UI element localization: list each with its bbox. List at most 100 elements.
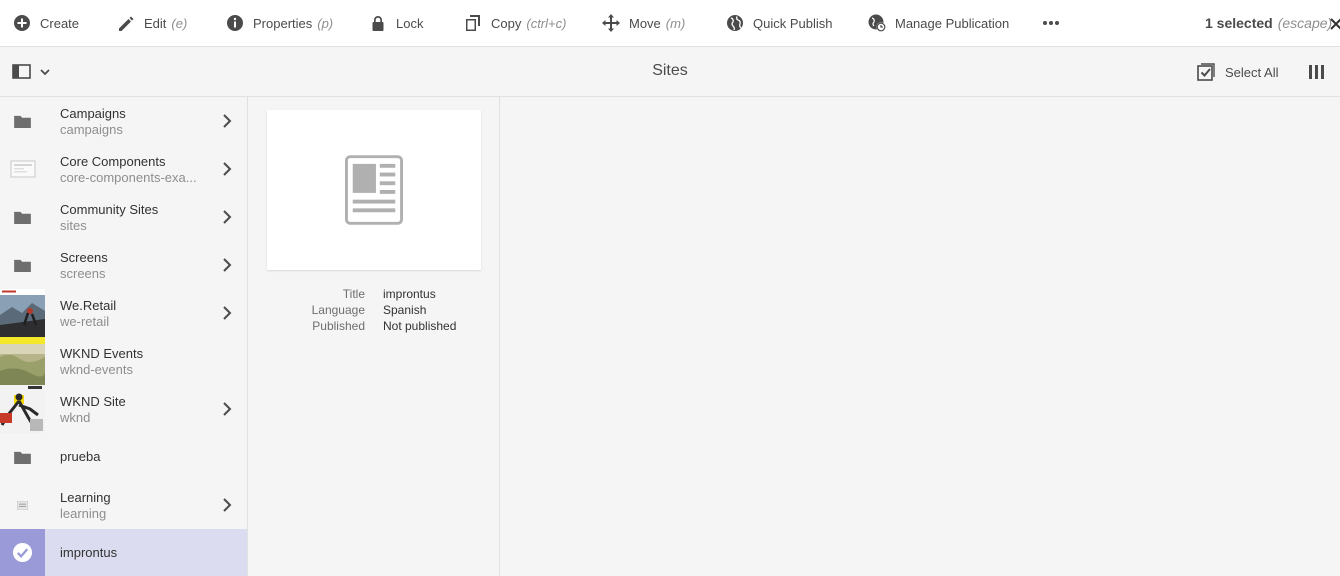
site-subtitle: wknd	[60, 410, 91, 425]
properties-button[interactable]: Properties (p)	[226, 0, 333, 46]
site-title: WKND Site	[60, 394, 126, 409]
site-item-prueba[interactable]: prueba	[0, 433, 247, 481]
we-retail-thumbnail	[0, 289, 45, 337]
move-label: Move	[629, 15, 661, 31]
lock-button[interactable]: Lock	[369, 0, 423, 46]
page-outline-icon	[0, 145, 45, 193]
site-item-screens[interactable]: Screens screens	[0, 241, 247, 289]
chevron-right-icon[interactable]	[221, 257, 233, 273]
site-item-core-components[interactable]: Core Components core-components-exa...	[0, 145, 247, 193]
site-subtitle: learning	[60, 506, 107, 521]
site-subtitle: sites	[60, 218, 87, 233]
info-icon	[226, 14, 244, 32]
meta-row-published: Published Not published	[248, 319, 500, 335]
edit-label: Edit	[144, 15, 167, 31]
create-label: Create	[40, 15, 80, 31]
lock-icon	[369, 14, 387, 32]
empty-column	[500, 97, 1340, 576]
edit-shortcut: (e)	[171, 15, 188, 31]
site-title: Community Sites	[60, 202, 159, 217]
folder-icon	[0, 241, 45, 289]
meta-row-title: Title improntus	[248, 287, 500, 303]
site-item-community-sites[interactable]: Community Sites sites	[0, 193, 247, 241]
manage-publication-label: Manage Publication	[895, 15, 1010, 31]
quick-publish-label: Quick Publish	[753, 15, 833, 31]
site-subtitle: campaigns	[60, 122, 123, 137]
page-layout-icon	[345, 155, 403, 225]
chevron-right-icon[interactable]	[221, 209, 233, 225]
copy-button[interactable]: Copy (ctrl+c)	[464, 0, 566, 46]
preview-column: Title improntus Language Spanish Publish…	[248, 97, 500, 576]
move-button[interactable]: Move (m)	[602, 0, 685, 46]
move-icon	[602, 14, 620, 32]
chevron-right-icon[interactable]	[221, 113, 233, 129]
copy-icon	[464, 14, 482, 32]
select-all-label: Select All	[1225, 64, 1279, 80]
quick-publish-button[interactable]: Quick Publish	[726, 0, 832, 46]
sites-column: Campaigns campaigns Core Components core…	[0, 97, 248, 576]
site-subtitle: screens	[60, 266, 106, 281]
meta-value: improntus	[383, 287, 436, 301]
site-subtitle: core-components-exa...	[60, 170, 197, 185]
edit-button[interactable]: Edit (e)	[117, 0, 187, 46]
chevron-right-icon[interactable]	[221, 497, 233, 513]
site-item-wknd-events[interactable]: WKND Events wknd-events	[0, 337, 247, 385]
preview-metadata: Title improntus Language Spanish Publish…	[248, 287, 500, 335]
site-title: We.Retail	[60, 298, 117, 313]
create-button[interactable]: Create	[13, 0, 79, 46]
meta-value: Spanish	[383, 303, 427, 317]
folder-icon	[0, 433, 45, 481]
meta-row-language: Language Spanish	[248, 303, 500, 319]
chevron-right-icon[interactable]	[221, 305, 233, 321]
site-title: Core Components	[60, 154, 166, 169]
column-view-icon	[1309, 65, 1324, 79]
check-circle-icon[interactable]	[0, 529, 45, 576]
meta-label: Published	[312, 319, 365, 333]
select-all-button[interactable]: Select All	[1197, 63, 1278, 81]
selection-count: 1 selected	[1205, 15, 1273, 31]
lock-label: Lock	[396, 15, 424, 31]
site-item-campaigns[interactable]: Campaigns campaigns	[0, 97, 247, 145]
selection-status: 1 selected (escape)	[1205, 0, 1332, 46]
site-item-we-retail[interactable]: We.Retail we-retail	[0, 289, 247, 337]
preview-card[interactable]	[267, 110, 481, 270]
page-title: Sites	[652, 62, 688, 79]
selection-shortcut: (escape)	[1277, 15, 1333, 31]
site-title: improntus	[60, 545, 118, 560]
wknd-site-thumbnail	[0, 385, 45, 433]
site-title: Screens	[60, 250, 108, 265]
select-all-icon	[1197, 63, 1215, 81]
more-icon	[1042, 14, 1060, 32]
folder-icon	[0, 193, 45, 241]
meta-label: Title	[342, 287, 365, 301]
action-bar: Create Edit (e) Properties (p) Lock Copy…	[0, 0, 1340, 47]
site-item-wknd-site[interactable]: WKND Site wknd	[0, 385, 247, 433]
site-title: Learning	[60, 490, 111, 505]
site-subtitle: we-retail	[60, 314, 110, 329]
site-item-learning[interactable]: Learning learning	[0, 481, 247, 529]
globe-icon	[726, 14, 744, 32]
site-subtitle: wknd-events	[60, 362, 133, 377]
chevron-right-icon[interactable]	[221, 401, 233, 417]
properties-shortcut: (p)	[317, 15, 334, 31]
site-title: Campaigns	[60, 106, 126, 121]
header-bar: Sites Select All	[0, 47, 1340, 97]
meta-label: Language	[311, 303, 365, 317]
chevron-right-icon[interactable]	[221, 161, 233, 177]
more-actions-button[interactable]	[1042, 0, 1069, 46]
wknd-events-thumbnail	[0, 337, 45, 385]
site-item-improntus[interactable]: improntus	[0, 529, 247, 576]
add-circle-icon	[13, 14, 31, 32]
copy-label: Copy	[491, 15, 522, 31]
properties-label: Properties	[253, 15, 313, 31]
site-title: WKND Events	[60, 346, 144, 361]
view-switcher[interactable]	[1307, 63, 1327, 81]
folder-icon	[0, 97, 45, 145]
copy-shortcut: (ctrl+c)	[526, 15, 567, 31]
close-icon[interactable]	[1330, 14, 1340, 32]
globe-clock-icon	[868, 14, 886, 32]
manage-publication-button[interactable]: Manage Publication	[868, 0, 1009, 46]
meta-value: Not published	[383, 319, 457, 333]
pencil-icon	[117, 14, 135, 32]
page-small-icon	[0, 481, 45, 529]
